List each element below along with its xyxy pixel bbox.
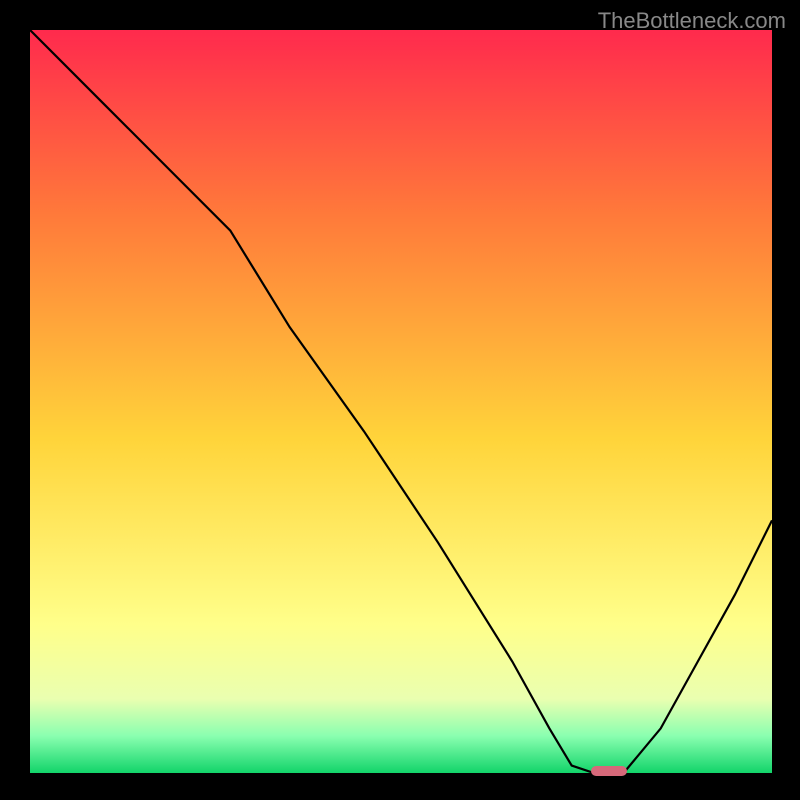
chart-plot-area (30, 30, 772, 773)
gradient-background (30, 30, 772, 773)
optimal-marker (591, 766, 627, 776)
watermark-text: TheBottleneck.com (598, 8, 786, 34)
